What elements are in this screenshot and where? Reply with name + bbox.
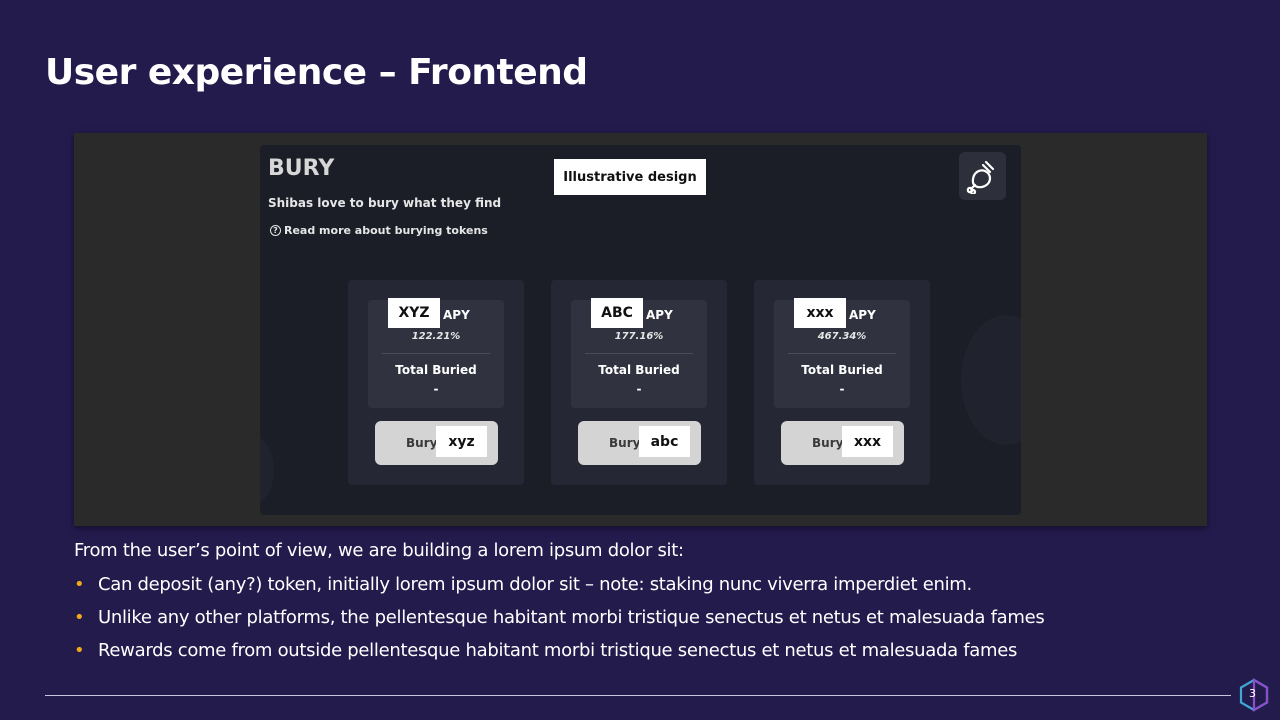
- bullet-list: • Can deposit (any?) token, initially lor…: [74, 573, 1045, 672]
- token-card-abc: APY 177.16% Total Buried - ABC Bury abc: [551, 280, 727, 485]
- token-symbol: ABC: [591, 298, 643, 328]
- apy-label: APY: [443, 308, 470, 322]
- apy-value: 177.16%: [614, 331, 664, 342]
- bullet-item: • Can deposit (any?) token, initially lor…: [74, 573, 1044, 606]
- token-stats: APY 122.21% Total Buried - XYZ: [368, 298, 504, 408]
- illustrative-design-label: Illustrative design: [554, 159, 706, 195]
- bury-label: Bury: [812, 436, 844, 450]
- app-subtitle: Shibas love to bury what they find: [268, 196, 502, 210]
- bullet-dot-icon: •: [74, 574, 85, 595]
- bullet-item: • Rewards come from outside pellentesque …: [74, 639, 1044, 672]
- apy-value: 467.34%: [817, 331, 867, 342]
- apy-label: APY: [849, 308, 876, 322]
- token-name: xxx: [842, 426, 893, 457]
- bone-icon: [966, 160, 994, 194]
- total-buried-value: -: [636, 382, 642, 396]
- bullet-dot-icon: •: [74, 607, 85, 628]
- token-name: abc: [639, 426, 690, 457]
- token-card-xxx: APY 467.34% Total Buried - xxx Bury xxx: [754, 280, 930, 485]
- read-more-link[interactable]: ? Read more about burying tokens: [270, 224, 488, 237]
- bullet-item: • Unlike any other platforms, the pellent…: [74, 606, 1045, 639]
- bury-label: Bury: [406, 436, 438, 450]
- bury-button[interactable]: Bury xyz: [375, 421, 498, 465]
- bullet-text: Unlike any other platforms, the pellente…: [98, 607, 1045, 628]
- total-buried-value: -: [433, 382, 439, 396]
- total-buried-label: Total Buried: [598, 363, 680, 377]
- footer-divider: [45, 695, 1231, 696]
- divider: [585, 353, 693, 354]
- read-more-label: Read more about burying tokens: [284, 224, 488, 237]
- token-name: xyz: [436, 426, 487, 457]
- decorative-shape: [260, 435, 274, 505]
- divider: [788, 353, 896, 354]
- decorative-shape: [961, 315, 1021, 445]
- question-circle-icon: ?: [270, 225, 281, 236]
- app-title: BURY: [268, 156, 335, 181]
- intro-text: From the user’s point of view, we are bu…: [74, 540, 684, 561]
- page-number: 3: [1249, 687, 1256, 700]
- token-stats: APY 177.16% Total Buried - ABC: [571, 298, 707, 408]
- bullet-text: Can deposit (any?) token, initially lore…: [98, 574, 972, 595]
- bone-button[interactable]: [959, 152, 1006, 200]
- divider: [382, 353, 490, 354]
- token-symbol: XYZ: [388, 298, 440, 328]
- bury-label: Bury: [609, 436, 641, 450]
- apy-value: 122.21%: [411, 331, 461, 342]
- bullet-dot-icon: •: [74, 640, 85, 661]
- token-card-xyz: APY 122.21% Total Buried - XYZ Bury xyz: [348, 280, 524, 485]
- apy-label: APY: [646, 308, 673, 322]
- total-buried-label: Total Buried: [801, 363, 883, 377]
- slide-title: User experience – Frontend: [45, 52, 588, 93]
- total-buried-value: -: [839, 382, 845, 396]
- total-buried-label: Total Buried: [395, 363, 477, 377]
- bury-button[interactable]: Bury abc: [578, 421, 701, 465]
- bury-button[interactable]: Bury xxx: [781, 421, 904, 465]
- bullet-text: Rewards come from outside pellentesque h…: [98, 640, 1018, 661]
- token-symbol: xxx: [794, 298, 846, 328]
- token-stats: APY 467.34% Total Buried - xxx: [774, 298, 910, 408]
